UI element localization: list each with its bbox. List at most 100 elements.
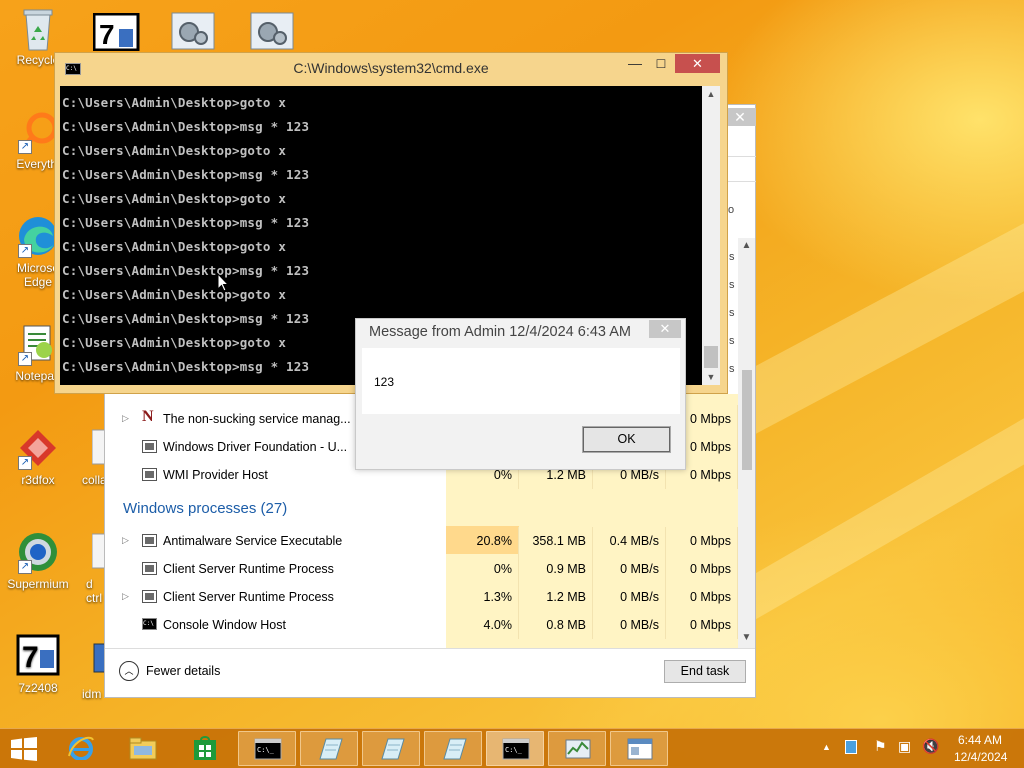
message-window-icon <box>627 738 653 760</box>
file-explorer-icon <box>129 737 157 760</box>
desktop-icon-7z2408[interactable]: 7 7z2408 <box>2 634 74 695</box>
dialog-message-text: 123 <box>374 375 395 389</box>
cmd-scrollbar[interactable] <box>702 86 720 385</box>
taskbar-item-task-manager[interactable] <box>548 731 606 766</box>
group-header-windows-processes[interactable]: Windows processes (27) <box>123 500 287 517</box>
service-icon <box>142 534 157 547</box>
network-icon[interactable] <box>845 740 857 754</box>
service-icon <box>142 590 157 603</box>
end-task-button[interactable]: End task <box>664 660 746 683</box>
taskbar-item-file-explorer[interactable] <box>114 731 172 766</box>
process-name: Client Server Runtime Process <box>163 562 334 576</box>
disk-cell: 0 MB/s <box>593 611 666 639</box>
taskbar-item-cmd[interactable]: C:\_ <box>238 731 296 766</box>
desktop-icon-settings-1[interactable] <box>171 12 215 52</box>
svg-text:7: 7 <box>99 19 115 50</box>
cmd-icon: C:\_ <box>502 738 530 760</box>
cpu-cell: 4.0% <box>446 611 519 639</box>
memory-cell: 0.9 MB <box>519 555 593 583</box>
network-cell: 0 Mbps <box>666 583 738 611</box>
action-center-flag-icon[interactable]: ⚑ <box>874 738 887 755</box>
disk-cell: 0.4 MB/s <box>593 527 666 555</box>
gear-window-icon <box>171 12 215 50</box>
console-line: C:\Users\Admin\Desktop>goto x <box>62 191 287 206</box>
clock-time[interactable]: 6:44 AM <box>954 733 1006 747</box>
process-name: WMI Provider Host <box>163 468 268 482</box>
expand-chevron-icon[interactable]: ▷ <box>122 535 129 546</box>
desktop-icon-dctrl[interactable]: d ctrl <box>76 530 107 605</box>
task-manager-close-button[interactable]: ✕ <box>724 108 756 126</box>
cpu-cell: 20.8% <box>446 527 519 555</box>
dialog-title: Message from Admin 12/4/2024 6:43 AM <box>369 324 631 340</box>
table-row[interactable]: ▷ Client Server Runtime Process 1.3% 1.2… <box>106 583 738 611</box>
dialog-close-button[interactable]: ✕ <box>649 320 681 338</box>
disk-cell: 0 MB/s <box>593 555 666 583</box>
show-hidden-icons-button[interactable]: ▲ <box>822 742 831 752</box>
taskbar-item-notepad[interactable] <box>300 731 358 766</box>
desktop-icon-supermium[interactable]: ↗ Supermium <box>2 530 74 591</box>
store-icon <box>194 736 216 760</box>
maximize-button[interactable]: ☐ <box>649 56 673 74</box>
table-row[interactable]: C:\ Console Window Host 4.0% 0.8 MB 0 MB… <box>106 611 738 639</box>
console-line: C:\Users\Admin\Desktop>msg * 123 <box>62 215 310 230</box>
shortcut-arrow-icon: ↗ <box>18 244 32 258</box>
scroll-down-icon[interactable]: ▼ <box>702 369 720 385</box>
table-row[interactable]: ▷ Antimalware Service Executable 20.8% 3… <box>106 527 738 555</box>
scroll-up-icon[interactable]: ▲ <box>738 240 755 251</box>
console-line: C:\Users\Admin\Desktop>goto x <box>62 143 287 158</box>
disk-cell: 0 MB/s <box>593 583 666 611</box>
taskbar-item-message[interactable] <box>610 731 668 766</box>
console-icon: C:\ <box>142 618 157 630</box>
table-row[interactable]: Client Server Runtime Process 0% 0.9 MB … <box>106 555 738 583</box>
cmd-icon: C:\_ <box>254 738 282 760</box>
fewer-details-link[interactable]: Fewer details <box>146 664 220 678</box>
svg-text:C:\_: C:\_ <box>257 746 275 754</box>
desktop-icon-label: Supermium <box>7 577 69 591</box>
console-line: C:\Users\Admin\Desktop>msg * 123 <box>62 119 310 134</box>
desktop-icon-colla[interactable]: colla <box>76 426 107 487</box>
minimize-button[interactable]: — <box>623 56 647 74</box>
notepad-taskbar-icon <box>319 738 343 760</box>
memory-cell: 1.2 MB <box>519 583 593 611</box>
console-line: C:\Users\Admin\Desktop>goto x <box>62 239 287 254</box>
desktop-icon-settings-2[interactable] <box>250 12 294 52</box>
shortcut-arrow-icon: ↗ <box>18 140 32 154</box>
desktop-icon-7zip-top[interactable]: 7 <box>92 12 141 52</box>
taskbar-item-notepad[interactable] <box>362 731 420 766</box>
task-manager-scroll-thumb[interactable] <box>742 370 752 470</box>
7zip-icon: 7 <box>92 12 140 52</box>
taskbar-item-store[interactable] <box>176 731 234 766</box>
expand-chevron-icon[interactable]: ▷ <box>122 413 129 424</box>
notepad-taskbar-icon <box>443 738 467 760</box>
wmi-icon <box>142 468 157 481</box>
service-icon <box>142 562 157 575</box>
taskbar-item-ie[interactable] <box>52 731 110 766</box>
desktop-icon-r3dfox[interactable]: ↗ r3dfox <box>2 426 74 487</box>
taskbar-item-notepad[interactable] <box>424 731 482 766</box>
collapse-up-icon[interactable]: ︿ <box>119 661 139 681</box>
volume-muted-icon[interactable]: 🔇 <box>922 738 939 755</box>
desktop-icon-label: 7z2408 <box>18 681 58 695</box>
console-line: C:\Users\Admin\Desktop>msg * 123 <box>62 359 310 374</box>
expand-chevron-icon[interactable]: ▷ <box>122 591 129 602</box>
scroll-down-icon[interactable]: ▼ <box>738 632 755 643</box>
process-name: The non-sucking service manag... <box>163 412 351 426</box>
taskbar-item-cmd[interactable]: C:\_ <box>486 731 544 766</box>
scroll-up-icon[interactable]: ▲ <box>702 86 720 102</box>
close-button[interactable]: ✕ <box>675 54 720 73</box>
start-button[interactable] <box>10 737 38 761</box>
console-line: C:\Users\Admin\Desktop>msg * 123 <box>62 311 310 326</box>
console-line: C:\Users\Admin\Desktop>msg * 123 <box>62 263 310 278</box>
cmd-scroll-thumb[interactable] <box>704 346 718 368</box>
desktop-icon-label: colla <box>82 473 107 487</box>
internet-explorer-icon <box>68 736 94 760</box>
desktop-icon-idm[interactable]: idm <box>76 640 107 701</box>
supermium-icon: ↗ <box>16 530 60 574</box>
nssm-icon: N <box>142 408 154 425</box>
display-icon[interactable]: ▣ <box>898 738 911 755</box>
ok-button[interactable]: OK <box>582 426 671 453</box>
desktop-icon-label: d ctrl <box>86 577 102 605</box>
console-line: C:\Users\Admin\Desktop>msg * 123 <box>62 167 310 182</box>
cpu-cell: 1.3% <box>446 583 519 611</box>
clock-date[interactable]: 12/4/2024 <box>954 750 1007 764</box>
